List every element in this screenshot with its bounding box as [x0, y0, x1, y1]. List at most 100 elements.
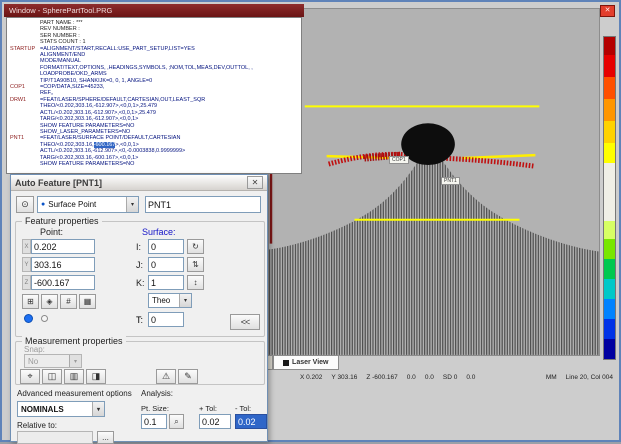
t-input[interactable] [148, 312, 184, 327]
j-vector-input[interactable] [148, 257, 184, 272]
feature-type-value: Surface Point [45, 200, 126, 209]
dialog-titlebar[interactable]: Auto Feature [PNT1] ✕ [11, 175, 267, 191]
vector-row: J: ⇅ [136, 257, 204, 272]
color-scale-segment [604, 55, 615, 77]
window-title: Window - SpherePartTool.PRG [9, 6, 112, 15]
surface-point-icon: ● [38, 201, 45, 208]
selected-text: -600.167 [94, 142, 116, 148]
browse-button[interactable]: ... [97, 431, 114, 444]
dialog-close-button[interactable]: ✕ [247, 176, 263, 189]
feature-type-icon-button[interactable]: ⊙ [16, 196, 34, 213]
vector-label: K: [136, 278, 148, 288]
nominals-combo[interactable]: NOMINALS ▾ [17, 401, 105, 417]
dialog-title: Auto Feature [PNT1] [15, 178, 102, 188]
measure-mode-icon[interactable]: ⊞ [22, 294, 39, 309]
color-scale-segment [604, 299, 615, 319]
y-axis-tab[interactable]: Y [22, 257, 31, 272]
tab-label: Laser View [292, 359, 328, 366]
pattern-icon[interactable]: ▦ [79, 294, 96, 309]
point-cloud-canvas [269, 9, 599, 355]
dots-row [24, 314, 48, 323]
k-vector-input[interactable] [148, 275, 184, 290]
z-coordinate-input[interactable] [31, 275, 95, 290]
y-coordinate-input[interactable] [31, 257, 95, 272]
color-scale-segment [604, 99, 615, 121]
chevron-down-icon: ▾ [92, 402, 104, 416]
analysis-label: Analysis: [141, 389, 173, 398]
measure-icons-right: ⚠✎ [156, 369, 198, 384]
feature-id-input[interactable] [145, 196, 261, 213]
collapse-button[interactable]: << [230, 314, 260, 330]
vector-label: J: [136, 260, 148, 270]
color-scale-segment [604, 239, 615, 259]
code-text: SHOW FEATURE PARAMETERS=NO [40, 161, 134, 167]
axis-row: Z [22, 275, 95, 290]
vector-rows: I:↻J:⇅K:↕ [136, 239, 204, 293]
surface-label: Surface: [142, 227, 176, 237]
update-vector-icon[interactable]: ↻ [187, 239, 204, 254]
color-scale-segment [604, 37, 615, 55]
pnt-feature-label: PNT1 [441, 177, 460, 185]
x-axis-tab[interactable]: X [22, 239, 31, 254]
t-label: T: [136, 315, 148, 325]
part-program-editor[interactable]: PART NAME : ***REV NUMBER : SER NUMBER :… [6, 17, 302, 174]
color-scale-segment [604, 259, 615, 279]
z-axis-tab[interactable]: Z [22, 275, 31, 290]
hatch-scan-icon[interactable]: ▥ [64, 369, 84, 384]
status-item: Z -600.167 [366, 374, 397, 381]
status-item: Y 303.16 [331, 374, 357, 381]
feature-properties-group: Feature properties Point: Surface: XYZ ⊞… [15, 221, 265, 337]
readout-icon[interactable]: ◈ [41, 294, 58, 309]
feature-type-combo[interactable]: ● Surface Point ▾ [37, 196, 139, 213]
auto-feature-dialog: Auto Feature [PNT1] ✕ ⊙ ● Surface Point … [10, 174, 268, 442]
flip-vector-icon[interactable]: ↕ [187, 275, 204, 290]
plus-tol-input[interactable] [199, 414, 231, 429]
color-scale-segment [604, 77, 615, 99]
relative-to-input[interactable] [17, 431, 93, 444]
theo-value: Theo [149, 296, 179, 305]
code-lines: PART NAME : ***REV NUMBER : SER NUMBER :… [10, 20, 301, 167]
auto-move-blue-dot-icon[interactable] [24, 314, 33, 323]
half-box-icon[interactable]: ◨ [86, 369, 106, 384]
status-item: 0.0 [466, 374, 475, 381]
laser-graphics-view[interactable]: COP1 PNT1 [268, 8, 600, 356]
status-bar: X 0.202Y 303.16Z -600.1670.00.0SD 00.0MM… [268, 371, 619, 384]
cop-feature-label: COP1 [389, 156, 409, 164]
t-row: T: [136, 312, 184, 327]
color-scale-segment [604, 121, 615, 143]
color-scale-segment [604, 221, 615, 239]
measurement-properties-group: Measurement properties Snap: No ▾ ⌖◫▥◨ ⚠… [15, 341, 265, 385]
chevron-down-icon: ▾ [126, 197, 138, 212]
window-titlebar[interactable]: Window - SpherePartTool.PRG [4, 4, 304, 17]
window-close-button[interactable]: ✕ [600, 5, 615, 17]
status-item: SD 0 [443, 374, 457, 381]
snap-value: No [25, 357, 69, 366]
snap-combo[interactable]: No ▾ [24, 354, 82, 368]
color-scale-segment [604, 339, 615, 359]
target-dot-icon[interactable] [41, 315, 48, 322]
axis-row: X [22, 239, 95, 254]
probe-target-icon[interactable]: ⌖ [20, 369, 40, 384]
snap-grid-icon[interactable]: # [60, 294, 77, 309]
theo-combo[interactable]: Theo ▾ [148, 293, 192, 308]
feature-properties-label: Feature properties [22, 216, 102, 226]
pt-size-input[interactable] [141, 414, 167, 429]
nominals-value: NOMINALS [18, 405, 92, 414]
i-vector-input[interactable] [148, 239, 184, 254]
plus-tol-label: + Tol: [199, 404, 217, 413]
alert-icon[interactable]: ⚠ [156, 369, 176, 384]
status-item: Line 20, Col 004 [566, 374, 613, 381]
magnifier-icon[interactable]: ⌕ [169, 414, 184, 429]
color-scale-segment [604, 143, 615, 163]
minus-tol-input[interactable] [235, 414, 267, 429]
swap-vector-icon[interactable]: ⇅ [187, 257, 204, 272]
color-scale-segment [604, 279, 615, 299]
tab-laser-view[interactable]: Laser View [273, 356, 338, 370]
tab-strip: ViewLaser View [238, 356, 600, 371]
code-label [10, 161, 40, 167]
scan-strip-icon[interactable]: ◫ [42, 369, 62, 384]
advanced-options-label: Advanced measurement options [17, 389, 132, 398]
edit-path-icon[interactable]: ✎ [178, 369, 198, 384]
x-coordinate-input[interactable] [31, 239, 95, 254]
point-label: Point: [40, 227, 63, 237]
